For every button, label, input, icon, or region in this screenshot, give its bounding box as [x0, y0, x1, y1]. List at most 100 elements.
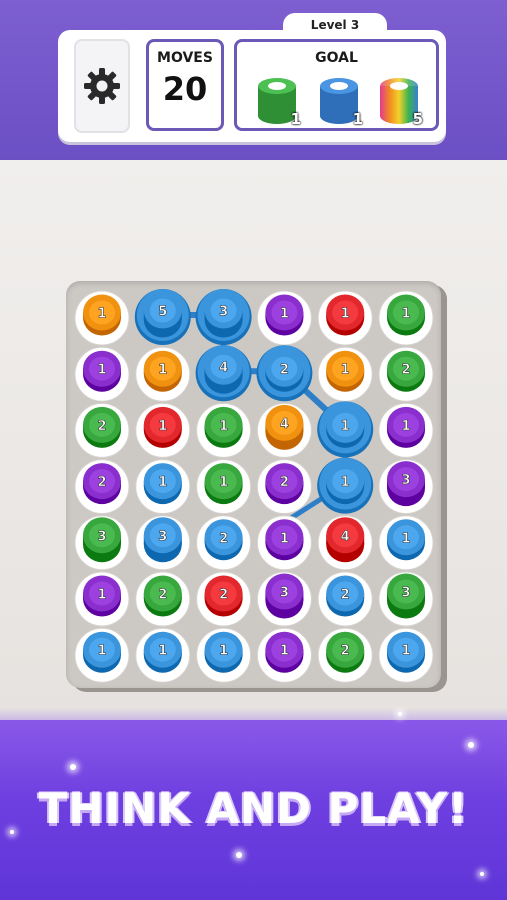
moves-counter: MOVES 20: [146, 39, 224, 131]
game-piece[interactable]: 1: [378, 290, 434, 346]
piece-number: 1: [401, 644, 410, 659]
piece-number: 5: [158, 305, 167, 320]
piece-number: 1: [97, 363, 106, 378]
piece-number: 2: [341, 644, 350, 659]
piece-number: 1: [219, 644, 228, 659]
game-piece[interactable]: 1: [317, 401, 374, 458]
goal-panel: GOAL 1 1 5: [234, 39, 439, 131]
game-piece[interactable]: 2: [74, 459, 130, 515]
piece-number: 3: [97, 529, 106, 544]
piece-number: 1: [219, 475, 228, 490]
piece-number: 1: [97, 644, 106, 659]
game-piece[interactable]: 1: [317, 290, 373, 346]
goal-count-green: 1: [290, 110, 301, 128]
moves-value: 20: [162, 70, 208, 108]
game-piece[interactable]: 1: [196, 627, 252, 683]
piece-number: 2: [158, 588, 167, 603]
game-piece[interactable]: 1: [74, 346, 130, 402]
game-piece[interactable]: 1: [256, 627, 312, 683]
goal-count-rainbow: 5: [412, 110, 423, 128]
game-piece[interactable]: 1: [196, 459, 252, 515]
hud-panel: MOVES 20 GOAL 1 1 5: [58, 30, 446, 142]
game-piece[interactable]: 2: [196, 571, 252, 627]
game-piece[interactable]: 1: [378, 627, 434, 683]
game-piece[interactable]: 1: [196, 402, 252, 458]
piece-number: 2: [280, 475, 289, 490]
piece-number: 3: [219, 305, 228, 320]
game-piece[interactable]: 1: [256, 515, 312, 571]
game-piece[interactable]: 3: [195, 289, 252, 345]
goal-label: GOAL: [315, 50, 358, 66]
piece-number: 1: [280, 644, 289, 659]
game-piece[interactable]: 1: [135, 346, 191, 402]
game-piece[interactable]: 2: [317, 571, 373, 627]
piece-number: 4: [341, 529, 350, 544]
game-piece[interactable]: 1: [135, 459, 191, 515]
game-piece[interactable]: 2: [256, 345, 313, 402]
game-piece[interactable]: 4: [195, 345, 252, 402]
game-piece[interactable]: 1: [74, 290, 130, 346]
piece-number: 1: [401, 307, 410, 322]
game-piece[interactable]: 3: [378, 571, 434, 627]
piece-number: 1: [158, 644, 167, 659]
game-piece[interactable]: 1: [317, 457, 374, 514]
game-piece[interactable]: 2: [74, 402, 130, 458]
sparkle: [236, 852, 242, 858]
game-piece[interactable]: 3: [256, 571, 312, 627]
game-piece[interactable]: 3: [74, 515, 130, 571]
tagline: THINK AND PLAY!: [38, 784, 469, 833]
sparkle: [398, 712, 402, 716]
game-piece[interactable]: 3: [135, 515, 191, 571]
game-piece[interactable]: 3: [378, 459, 434, 515]
game-piece[interactable]: 2: [196, 515, 252, 571]
goal-item-green: 1: [255, 76, 301, 128]
game-piece[interactable]: 1: [74, 571, 130, 627]
game-piece[interactable]: 2: [135, 571, 191, 627]
piece-number: 3: [401, 473, 410, 488]
game-piece[interactable]: 1: [74, 627, 130, 683]
piece-number: 1: [341, 419, 350, 434]
game-piece[interactable]: 5: [134, 289, 191, 345]
piece-number: 1: [280, 531, 289, 546]
goal-item-blue: 1: [317, 76, 363, 128]
piece-number: 1: [219, 419, 228, 434]
sparkle: [480, 872, 484, 876]
piece-number: 2: [341, 588, 350, 603]
settings-button[interactable]: [74, 39, 130, 133]
game-piece[interactable]: 2: [378, 346, 434, 402]
piece-number: 1: [401, 531, 410, 546]
board-canvas: 1 5 3 1 1 1 1 1 4 2 1 2 2 1 1 4 1 1 2 1 1 2 1 3 3 3 2 1 4 1 1 2 2 3 2 3 1 1 1 1…: [74, 289, 434, 683]
goal-item-rainbow: 5: [377, 76, 423, 128]
goal-count-blue: 1: [352, 110, 363, 128]
piece-number: 2: [219, 588, 228, 603]
game-piece[interactable]: 1: [256, 290, 312, 346]
moves-label: MOVES: [157, 50, 213, 66]
piece-number: 2: [97, 419, 106, 434]
game-piece[interactable]: 1: [135, 627, 191, 683]
game-piece[interactable]: 4: [256, 402, 312, 458]
piece-number: 1: [341, 363, 350, 378]
game-piece[interactable]: 4: [317, 515, 373, 571]
piece-number: 1: [97, 307, 106, 322]
game-piece[interactable]: 1: [317, 346, 373, 402]
piece-number: 1: [97, 588, 106, 603]
game-piece[interactable]: 1: [135, 402, 191, 458]
piece-number: 4: [219, 361, 228, 376]
game-piece[interactable]: 1: [378, 515, 434, 571]
piece-number: 1: [341, 475, 350, 490]
game-piece[interactable]: 1: [378, 402, 434, 458]
game-piece[interactable]: 2: [256, 459, 312, 515]
piece-number: 1: [158, 363, 167, 378]
piece-number: 3: [280, 586, 289, 601]
piece-number: 1: [341, 307, 350, 322]
gear-icon: [84, 68, 120, 104]
piece-number: 3: [401, 586, 410, 601]
piece-number: 1: [280, 307, 289, 322]
piece-number: 4: [280, 417, 289, 432]
connection-line: [159, 312, 349, 487]
piece-number: 1: [158, 419, 167, 434]
piece-number: 2: [97, 475, 106, 490]
game-board: 1 5 3 1 1 1 1 1 4 2 1 2 2 1 1 4 1 1 2 1 1 2 1 3 3 3 2 1 4 1 1 2 2 3 2 3 1 1 1 1…: [66, 281, 441, 688]
piece-number: 2: [401, 363, 410, 378]
game-piece[interactable]: 2: [317, 627, 373, 683]
